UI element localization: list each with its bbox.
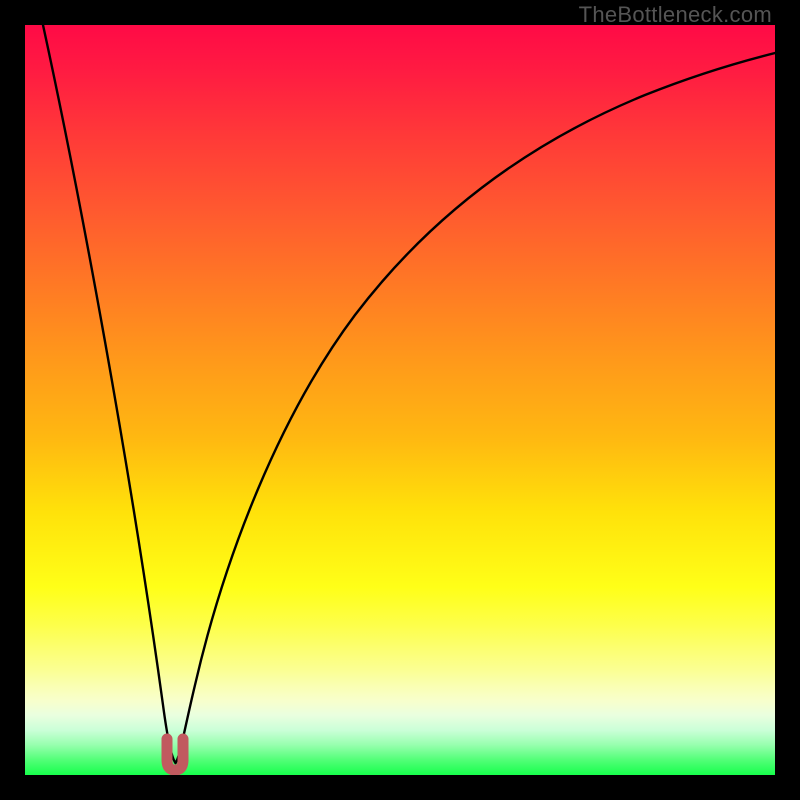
u-marker	[167, 739, 183, 770]
watermark-text: TheBottleneck.com	[579, 2, 772, 28]
chart-frame: TheBottleneck.com	[0, 0, 800, 800]
plot-area	[25, 25, 775, 775]
bottleneck-curve-path	[43, 25, 775, 763]
curve-layer	[25, 25, 775, 775]
